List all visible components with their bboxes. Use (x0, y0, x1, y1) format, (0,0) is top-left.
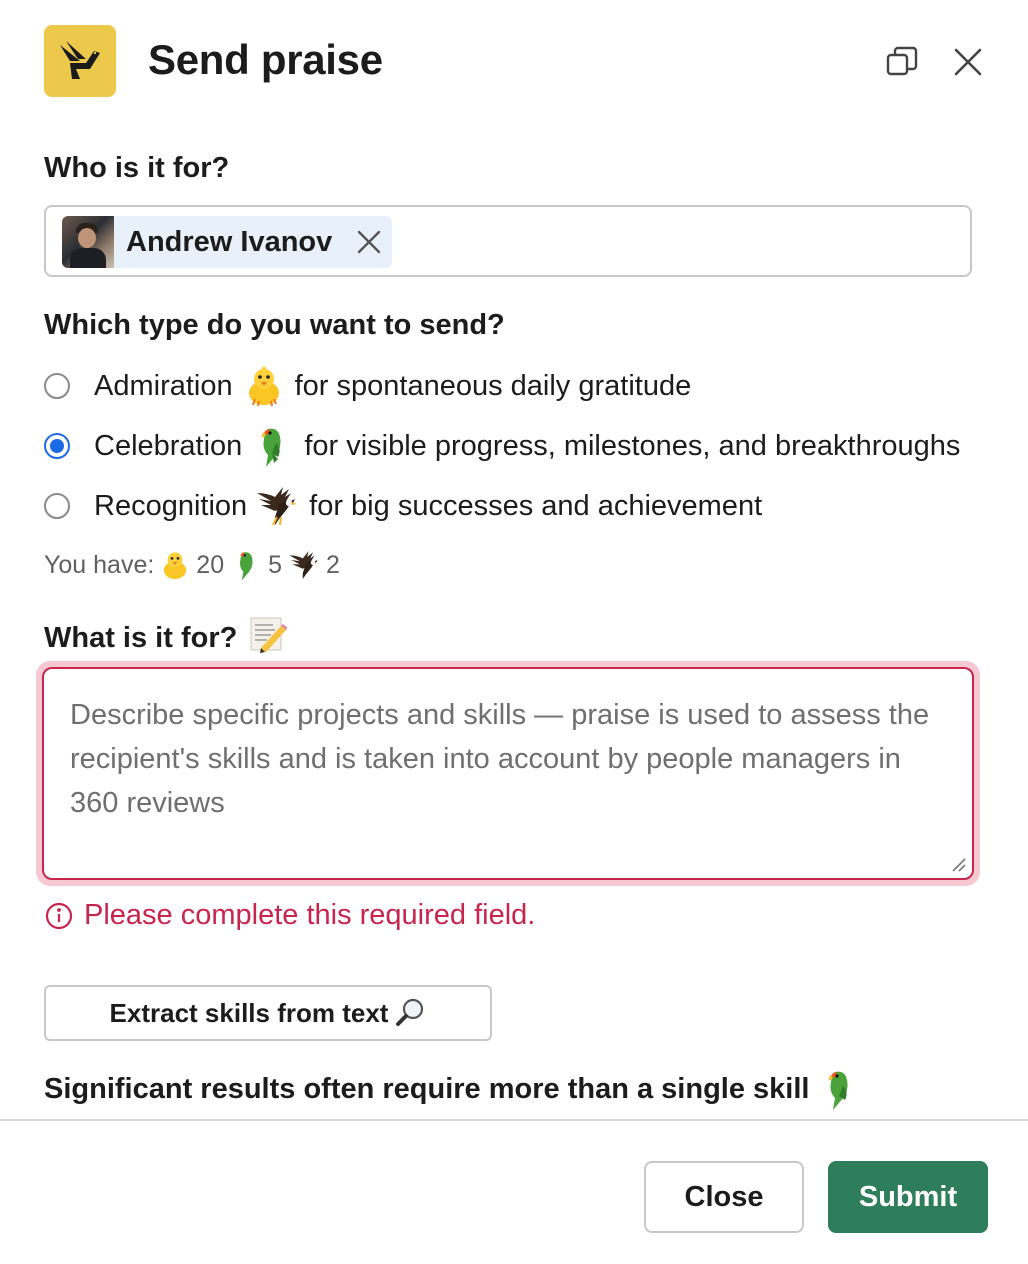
close-modal-button[interactable] (946, 40, 990, 84)
close-icon (358, 230, 381, 254)
eagle-emoji-icon (255, 483, 301, 529)
parrot-emoji-icon (250, 423, 296, 469)
info-circle-icon (45, 902, 73, 929)
radio-button[interactable] (44, 493, 70, 519)
radio-option-recognition[interactable]: Recognition for big successes and achiev… (44, 483, 762, 529)
radio-button-selected[interactable] (44, 433, 70, 459)
close-icon (954, 48, 982, 76)
description-label: What is it for? (44, 614, 289, 662)
extract-skills-button[interactable]: Extract skills from text (44, 985, 492, 1041)
description-field-wrapper: Describe specific projects and skills — … (36, 661, 980, 886)
option-name: Celebration (94, 429, 243, 462)
extract-skills-label: Extract skills from text (109, 997, 389, 1028)
parrot-emoji-icon (817, 1066, 863, 1112)
eagle-emoji-icon (288, 548, 322, 582)
recipient-chip: Andrew Ivanov (62, 216, 392, 268)
memo-icon (247, 614, 289, 662)
error-text: Please complete this required field. (84, 899, 536, 931)
magnifier-icon (396, 998, 424, 1026)
praise-type-label: Which type do you want to send? (44, 309, 505, 341)
skills-hint-text: Significant results often require more t… (44, 1072, 810, 1105)
submit-button[interactable]: Submit (828, 1161, 988, 1233)
bird-logo-icon (60, 41, 100, 79)
recipient-label: Who is it for? (44, 152, 230, 184)
skills-hint: Significant results often require more t… (44, 1066, 871, 1112)
close-button[interactable]: Close (644, 1161, 804, 1233)
validation-error: Please complete this required field. (44, 899, 535, 932)
option-description: for spontaneous daily gratitude (294, 369, 692, 402)
recipient-name: Andrew Ivanov (126, 225, 333, 258)
description-label-text: What is it for? (44, 621, 238, 654)
option-name: Admiration (94, 369, 233, 402)
recognition-count: 2 (326, 550, 340, 579)
description-placeholder: Describe specific projects and skills — … (70, 699, 930, 819)
copy-window-icon (886, 46, 918, 76)
option-name: Recognition (94, 489, 248, 522)
recipient-select[interactable]: Andrew Ivanov (44, 205, 972, 277)
avatar (62, 216, 114, 268)
radio-option-admiration[interactable]: Admiration for spontaneous daily gratitu… (44, 363, 691, 409)
app-logo (44, 25, 116, 97)
admiration-count: 20 (196, 550, 225, 579)
chick-emoji-icon (241, 363, 287, 409)
description-textarea[interactable]: Describe specific projects and skills — … (42, 667, 974, 880)
footer-divider (0, 1119, 1028, 1121)
chick-emoji-icon (158, 548, 192, 582)
modal-title: Send praise (148, 36, 383, 83)
radio-button[interactable] (44, 373, 70, 399)
parrot-emoji-icon (230, 548, 264, 582)
celebration-count: 5 (268, 550, 283, 579)
resize-handle-icon[interactable] (950, 856, 966, 872)
option-description: for big successes and achievement (309, 489, 763, 522)
popout-button[interactable] (880, 40, 924, 84)
option-description: for visible progress, milestones, and br… (304, 429, 961, 462)
remove-recipient-button[interactable] (354, 227, 384, 257)
praise-balance: You have: 20 5 2 (44, 548, 342, 582)
modal-header: Send praise (0, 0, 1028, 120)
radio-option-celebration[interactable]: Celebration for visible progress, milest… (44, 423, 960, 469)
balance-prefix: You have: (44, 550, 155, 579)
